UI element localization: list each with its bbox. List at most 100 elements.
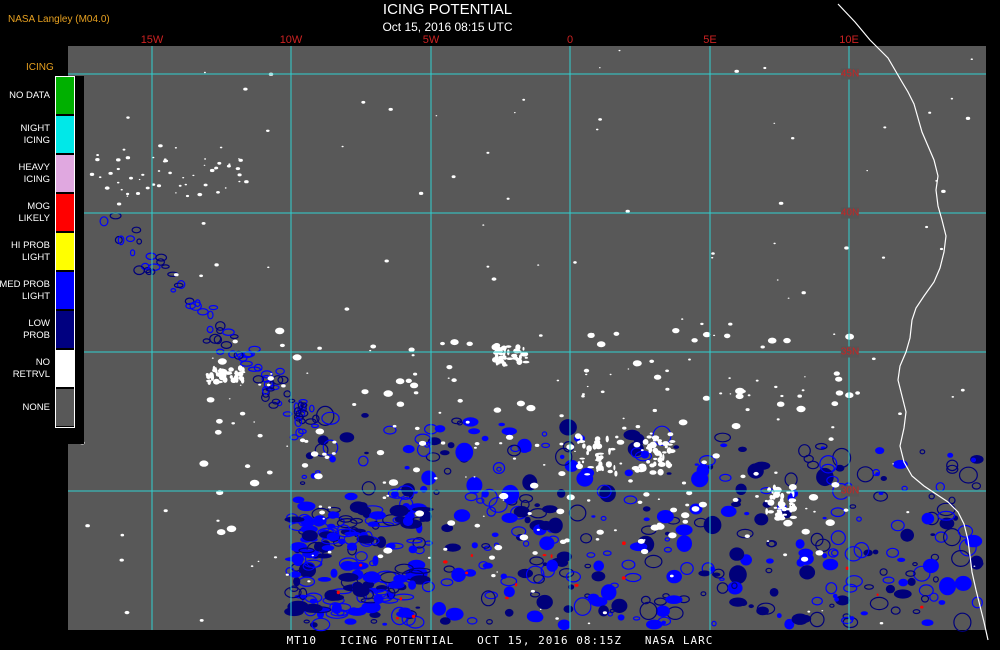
- cloud-cell: [875, 447, 885, 455]
- cloud-cell: [322, 517, 325, 520]
- cloud-cell: [871, 357, 876, 361]
- cloud-cell: [174, 147, 177, 149]
- cloud-cell: [906, 510, 910, 514]
- cloud-cell: [152, 156, 155, 159]
- cloud-cell: [780, 394, 784, 398]
- cloud-cell: [556, 508, 565, 515]
- cloud-cell: [85, 524, 90, 528]
- cloud-cell: [411, 354, 415, 357]
- cloud-cell: [503, 348, 506, 354]
- cloud-cell: [301, 463, 309, 468]
- cloud-cell: [175, 192, 177, 194]
- cloud-cell: [613, 331, 620, 336]
- cloud-cell: [766, 540, 770, 542]
- cloud-cell: [447, 377, 450, 379]
- cloud-cell: [217, 358, 227, 365]
- cloud-cell: [729, 597, 747, 607]
- cloud-cell: [505, 434, 514, 440]
- cloud-cell: [789, 502, 794, 506]
- cloud-cell: [228, 398, 231, 400]
- cloud-cell: [307, 580, 311, 583]
- cloud-cell: [585, 373, 588, 376]
- longitude-label: 0: [566, 34, 574, 46]
- cloud-cell: [356, 506, 372, 516]
- cloud-cell: [938, 600, 946, 605]
- cloud-cell: [640, 548, 649, 555]
- cloud-cell: [661, 620, 666, 625]
- cloud-cell: [688, 358, 691, 361]
- cloud-cell: [655, 605, 670, 617]
- cloud-cell: [336, 590, 340, 595]
- cloud-cell: [214, 263, 219, 267]
- cloud-cell: [607, 469, 613, 474]
- cloud-cell: [516, 358, 523, 366]
- cloud-cell: [215, 370, 218, 377]
- cloud-cell: [266, 383, 271, 387]
- cloud-cell: [214, 429, 222, 435]
- cloud-cell: [822, 516, 827, 520]
- cloud-cell: [451, 567, 466, 583]
- cloud-cell: [506, 197, 510, 200]
- cloud-cell: [440, 441, 446, 445]
- cloud-cell: [257, 433, 263, 438]
- cloud-cell: [235, 376, 239, 383]
- cloud-cell: [622, 541, 626, 545]
- cloud-cell: [682, 519, 689, 524]
- cloud-cell: [537, 264, 540, 266]
- cloud-cell: [138, 178, 141, 181]
- cloud-cell: [652, 447, 659, 454]
- cloud-cell: [129, 176, 133, 180]
- cloud-cell: [199, 460, 209, 467]
- latitude-label: 35N: [840, 346, 860, 358]
- cloud-cell: [372, 555, 379, 567]
- cloud-cell: [970, 58, 973, 60]
- cloud-cell: [322, 452, 327, 456]
- cloud-cell: [444, 543, 461, 552]
- cloud-cell: [447, 520, 456, 526]
- cloud-cell: [284, 516, 305, 523]
- cloud-cell: [539, 608, 542, 611]
- cloud-cell: [613, 529, 617, 532]
- cloud-cell: [939, 577, 956, 596]
- cloud-cell: [844, 246, 849, 250]
- cloud-cell: [776, 401, 785, 407]
- cloud-cell: [536, 594, 553, 610]
- cloud-cell: [898, 412, 902, 416]
- cloud-cell: [559, 419, 577, 436]
- cloud-cell: [211, 357, 214, 359]
- cloud-cell: [783, 337, 791, 344]
- cloud-cell: [453, 509, 471, 522]
- cloud-cell: [199, 619, 204, 622]
- cloud-cell: [332, 440, 337, 444]
- cloud-cell: [669, 440, 676, 443]
- cloud-cell: [359, 563, 363, 567]
- cloud-cell: [681, 318, 684, 320]
- cloud-cell: [341, 145, 344, 148]
- cloud-cell: [419, 440, 427, 446]
- cloud-cell: [741, 390, 746, 393]
- cloud-cell: [269, 378, 273, 380]
- cloud-cell: [369, 511, 386, 520]
- cloud-cell: [327, 550, 332, 554]
- cloud-cell: [306, 372, 309, 374]
- cloud-cell: [491, 574, 496, 578]
- cloud-cell: [921, 512, 935, 525]
- cloud-cell: [361, 389, 369, 395]
- cloud-cell: [735, 483, 747, 495]
- cloud-cell: [126, 116, 130, 119]
- cloud-cell: [609, 447, 616, 451]
- cloud-cell: [795, 539, 805, 549]
- cloud-cell: [434, 477, 438, 480]
- cloud-cell: [500, 573, 507, 579]
- cloud-cell: [534, 503, 540, 508]
- cloud-cell: [643, 539, 646, 541]
- cloud-cell: [835, 390, 844, 396]
- cloud-cell: [389, 504, 409, 517]
- cloud-cell: [377, 554, 384, 559]
- cloud-cell: [388, 107, 393, 111]
- cloud-cell: [796, 405, 806, 413]
- cloud-cell: [413, 372, 418, 376]
- cloud-cell: [592, 443, 597, 450]
- cloud-cell: [670, 507, 678, 513]
- cloud-cell: [556, 379, 560, 382]
